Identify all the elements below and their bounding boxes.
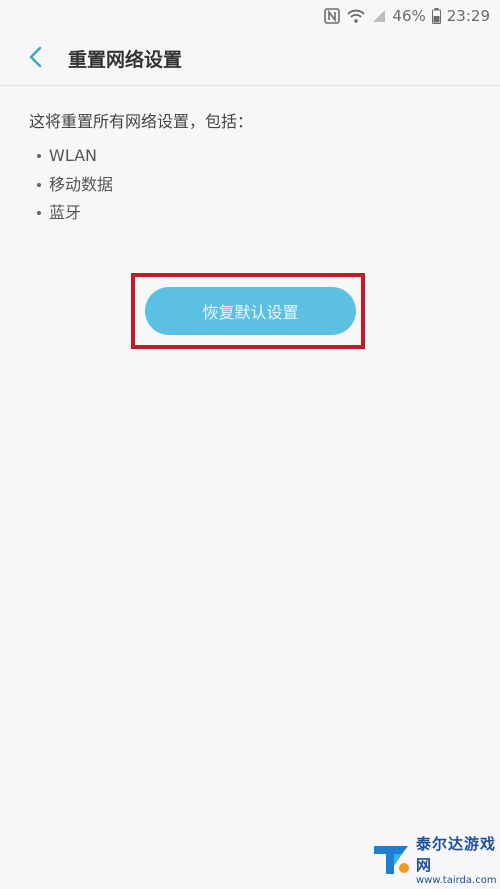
page-title: 重置网络设置 bbox=[68, 49, 183, 71]
watermark-text: 泰尔达游戏网 www.tairda.com bbox=[416, 833, 500, 886]
reset-items-list: WLAN 移动数据 蓝牙 bbox=[29, 142, 480, 228]
app-header: 重置网络设置 bbox=[0, 32, 500, 86]
watermark: 泰尔达游戏网 www.tairda.com bbox=[370, 833, 500, 886]
list-item-label: WLAN bbox=[49, 146, 98, 165]
battery-icon bbox=[431, 8, 441, 24]
intro-text: 这将重置所有网络设置，包括： bbox=[29, 112, 254, 131]
bullet-icon bbox=[37, 211, 41, 216]
status-bar: 46% 23:29 bbox=[0, 0, 500, 32]
list-item-label: 移动数据 bbox=[49, 174, 114, 194]
reset-description: 这将重置所有网络设置，包括： WLAN 移动数据 蓝牙 bbox=[29, 108, 480, 228]
back-button[interactable] bbox=[18, 42, 52, 76]
list-item: WLAN bbox=[37, 142, 480, 171]
list-item-label: 蓝牙 bbox=[49, 203, 82, 222]
bullet-icon bbox=[37, 154, 41, 159]
signal-icon bbox=[372, 9, 386, 23]
wifi-icon bbox=[346, 8, 366, 24]
battery-percent: 46% bbox=[392, 7, 426, 25]
chevron-left-icon bbox=[28, 46, 42, 72]
bullet-icon bbox=[37, 182, 41, 187]
watermark-name: 泰尔达游戏网 bbox=[416, 834, 497, 874]
list-item: 蓝牙 bbox=[37, 199, 480, 228]
nfc-icon bbox=[324, 8, 341, 24]
clock: 23:29 bbox=[446, 7, 490, 25]
list-item: 移动数据 bbox=[37, 171, 480, 200]
reset-settings-button[interactable]: 恢复默认设置 bbox=[145, 287, 356, 335]
watermark-url: www.tairda.com bbox=[416, 874, 497, 886]
tairda-logo-icon bbox=[370, 838, 412, 880]
